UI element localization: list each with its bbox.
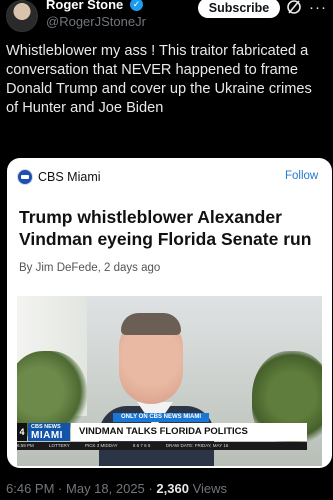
tweet-header: Roger Stone ✓ @RogerJStoneJr Subscribe ·…	[0, 0, 333, 36]
card-byline: By Jim DeFede, 2 days ago	[19, 262, 161, 274]
grok-icon[interactable]	[286, 0, 302, 15]
author-name[interactable]: Roger Stone	[46, 0, 123, 12]
ticker-item: DRAW DATE: FRIDAY, MAY 16	[165, 443, 229, 448]
ticker-item: LOTTERY	[49, 443, 70, 448]
follow-button[interactable]: Follow	[285, 170, 318, 182]
views-count: 2,360	[156, 481, 189, 496]
subscribe-button[interactable]: Subscribe	[198, 0, 280, 18]
card-source-name[interactable]: CBS Miami	[38, 170, 101, 184]
broadcast-ticker: 6:59 PM LOTTERY PICK 3 MIDDAY 8 6 7 6 5 …	[17, 442, 307, 450]
meta-separator: ·	[58, 481, 63, 496]
card-image[interactable]: ONLY ON CBS NEWS MIAMI 4 CBS NEWS MIAMI …	[17, 296, 322, 466]
logo-line-2: MIAMI	[31, 430, 63, 441]
link-card[interactable]: CBS Miami Follow Trump whistleblower Ale…	[7, 158, 332, 468]
cbs-news-miami-logo: CBS NEWS MIAMI	[28, 423, 70, 441]
ticker-item: PICK 3 MIDDAY	[84, 443, 118, 448]
post-time[interactable]: 6:46 PM	[6, 481, 54, 496]
tweet-meta: 6:46 PM · May 18, 2025 · 2,360 Views	[6, 481, 227, 496]
card-headline[interactable]: Trump whistleblower Alexander Vindman ey…	[19, 206, 319, 250]
verified-badge-icon: ✓	[130, 0, 143, 11]
ticker-item: 8 6 7 6 5	[132, 443, 151, 448]
broadcast-headline: VINDMAN TALKS FLORIDA POLITICS	[71, 423, 307, 441]
avatar[interactable]	[6, 0, 38, 32]
broadcast-lower-third: ONLY ON CBS NEWS MIAMI 4 CBS NEWS MIAMI …	[17, 413, 322, 466]
cbs-miami-logo-icon	[17, 169, 33, 185]
person-hair	[121, 313, 181, 335]
more-icon[interactable]: ···	[309, 0, 327, 16]
author-handle[interactable]: @RogerJStoneJr	[46, 14, 146, 29]
ticker-item: 6:59 PM	[17, 443, 34, 448]
broadcast-banner: ONLY ON CBS NEWS MIAMI	[113, 413, 209, 422]
tweet-text: Whistleblower my ass ! This traitor fabr…	[6, 43, 312, 116]
post-date[interactable]: May 18, 2025	[66, 481, 145, 496]
views-label: Views	[192, 481, 228, 496]
channel-number: 4	[17, 423, 27, 441]
meta-separator: ·	[148, 481, 153, 496]
